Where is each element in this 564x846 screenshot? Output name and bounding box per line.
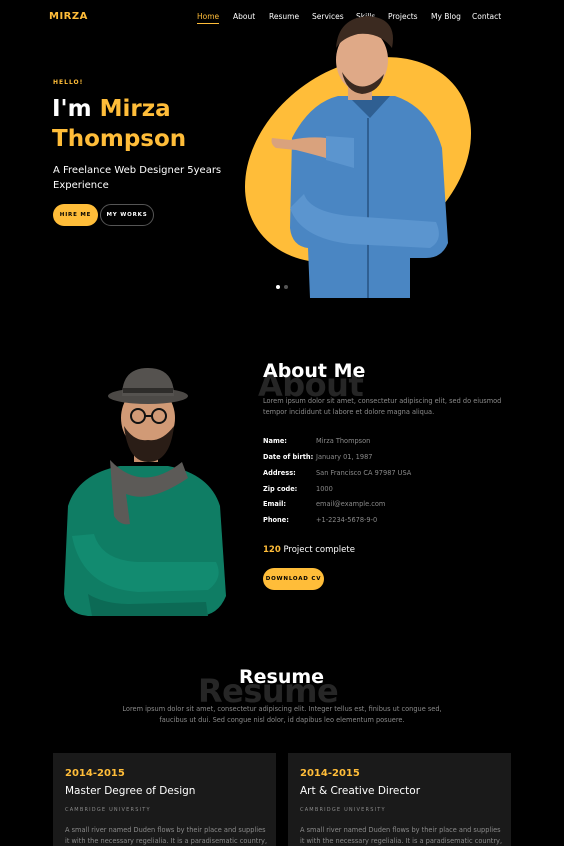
resume-card-2: 2014-2015 Art & Creative Director CAMBRI…	[288, 753, 511, 846]
info-label-phone: Phone:	[263, 516, 289, 524]
resume-card-1: 2014-2015 Master Degree of Design CAMBRI…	[53, 753, 276, 846]
resume-card-title: Master Degree of Design	[65, 785, 196, 797]
resume-card-years: 2014-2015	[300, 768, 360, 779]
info-label-name: Name:	[263, 437, 287, 445]
hero-name-prefix: I'm	[52, 96, 92, 122]
hero-heading-line1: I'm Mirza	[52, 98, 171, 121]
info-value-zip: 1000	[316, 485, 333, 493]
info-label-email: Email:	[263, 500, 286, 508]
info-value-email[interactable]: email@example.com	[316, 500, 385, 508]
slider-dot-2[interactable]	[284, 285, 288, 289]
hero-greeting: HELLO!	[53, 79, 84, 86]
hero-slider-dots	[276, 285, 290, 289]
slider-dot-1[interactable]	[276, 285, 280, 289]
project-count: 120 Project complete	[263, 545, 355, 555]
about-title: About Me	[263, 360, 366, 382]
resume-card-title: Art & Creative Director	[300, 785, 421, 797]
my-works-button[interactable]: MY WORKS	[100, 204, 154, 226]
resume-card-org: CAMBRIDGE UNIVERSITY	[65, 807, 151, 813]
hero-heading-line2: Thompson	[52, 128, 186, 151]
project-count-number: 120	[263, 545, 281, 555]
project-count-label: Project complete	[280, 545, 355, 555]
resume-card-desc: A small river named Duden flows by their…	[65, 826, 268, 845]
hero-first-name: Mirza	[99, 96, 171, 122]
resume-title: Resume	[239, 666, 325, 688]
resume-card-desc: A small river named Duden flows by their…	[300, 826, 503, 845]
site-logo[interactable]: MIRZA	[49, 11, 88, 22]
hero-subtitle: A Freelance Web Designer 5years Experien…	[53, 165, 222, 191]
info-label-zip: Zip code:	[263, 485, 298, 493]
about-portrait-image	[64, 368, 226, 616]
resume-card-years: 2014-2015	[65, 768, 125, 779]
info-value-name: Mirza Thompson	[316, 437, 371, 445]
hero-last-name: Thompson	[52, 126, 187, 152]
resume-card-org: CAMBRIDGE UNIVERSITY	[300, 807, 386, 813]
hire-me-button[interactable]: HIRE ME	[53, 204, 98, 226]
info-label-dob: Date of birth:	[263, 453, 314, 461]
info-label-address: Address:	[263, 469, 296, 477]
nav-item-home[interactable]: Home	[197, 12, 220, 24]
download-cv-button[interactable]: DOWNLOAD CV	[263, 568, 324, 590]
info-value-dob: January 01, 1987	[316, 453, 373, 461]
hero-portrait-image	[244, 16, 472, 298]
info-value-address: San Francisco CA 97987 USA	[316, 469, 412, 477]
info-value-phone: +1-2234-5678-9-0	[316, 516, 378, 524]
